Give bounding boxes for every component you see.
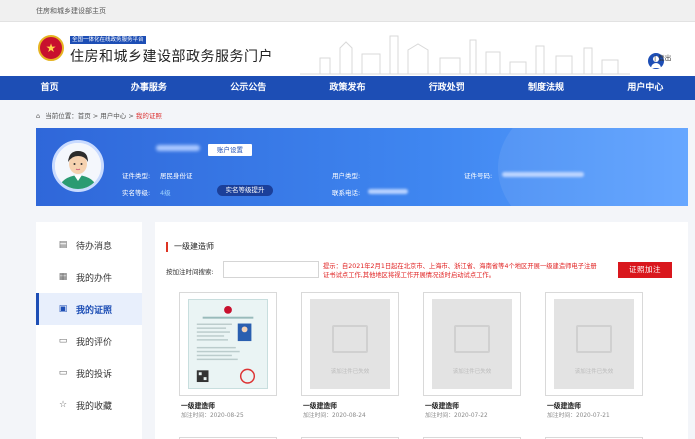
notice-text: 提示：自2021年2月1日起在北京市、上海市、浙江省、海南省等4个地区开展一级建… [323,263,597,279]
certificate-thumbnail[interactable]: 该加注件已失效 [301,292,399,396]
certificates-panel: 一级建造师 按加注时间搜索: 提示：自2021年2月1日起在北京市、上海市、浙江… [155,222,688,439]
comment-icon: ▭ [58,336,68,346]
image-placeholder-icon [454,325,490,353]
nav-announcements[interactable]: 公示公告 [199,76,298,100]
nav-services[interactable]: 办事服务 [99,76,198,100]
card-name: 一级建造师 [547,402,581,410]
id-type-value: 居民身份证 [160,172,193,180]
realname-level-value: 4级 [160,189,171,197]
ministry-home-link[interactable]: 住房和城乡建设部主页 [36,7,106,15]
invalid-placeholder: 该加注件已失效 [432,299,512,389]
inbox-icon: ▤ [58,240,68,250]
top-bar: 住房和城乡建设部主页 [0,0,695,22]
placeholder-text: 该加注件已失效 [452,369,492,375]
logout-link[interactable]: | 登出 [654,52,671,62]
sidebar-item-label: 待办消息 [76,241,113,252]
placeholder-text: 该加注件已失效 [574,369,614,375]
star-icon: ☆ [58,400,68,410]
id-number-redacted [502,172,584,177]
card-name: 一级建造师 [303,402,337,410]
placeholder-text: 该加注件已失效 [330,369,370,375]
avatar [52,140,104,192]
sidebar-item-label: 我的评价 [76,337,113,348]
complaint-icon: ▭ [58,368,68,378]
sidebar-item-my-certificates[interactable]: ▣ 我的证照 [36,293,142,325]
national-emblem-icon: ★ [38,35,64,61]
city-skyline-icon [300,35,630,75]
certificate-card[interactable]: 该加注件已失效 一级建造师 加注时间：2020-07-22 [423,292,521,422]
home-icon[interactable]: ⌂ [36,112,40,120]
card-date: 加注时间：2020-08-24 [303,413,366,419]
section-title: 一级建造师 [166,242,214,252]
certificate-thumbnail[interactable]: 该加注件已失效 [545,292,643,396]
breadcrumb-prefix: 当前位置： [45,112,78,120]
sidebar-item-label: 我的投诉 [76,369,113,380]
sidebar-item-my-complaints[interactable]: ▭ 我的投诉 [36,357,142,389]
site-header: ★ 全国一体化在线政务服务平台 住房和城乡建设部政务服务门户 [0,22,695,76]
sidebar-item-label: 我的收藏 [76,401,113,412]
certificate-card[interactable]: 一级建造师 加注时间：2020-08-25 [179,292,277,422]
user-avatar-illustration-icon [55,143,101,189]
certificate-card[interactable]: 该加注件已失效 一级建造师 加注时间：2020-08-24 [301,292,399,422]
invalid-placeholder: 该加注件已失效 [310,299,390,389]
nav-user-center[interactable]: 用户中心 [596,76,695,100]
nav-home[interactable]: 首页 [0,76,99,100]
certificate-thumbnail[interactable] [179,292,277,396]
sidebar: ▤ 待办消息 ▦ 我的办件 ▣ 我的证照 ▭ 我的评价 ▭ 我的投诉 ☆ 我的收藏 [36,222,142,439]
nav-regulations[interactable]: 制度法规 [496,76,595,100]
image-placeholder-icon [576,325,612,353]
id-card-icon: ▣ [58,304,68,314]
sidebar-item-my-favorites[interactable]: ☆ 我的收藏 [36,389,142,421]
sidebar-item-my-cases[interactable]: ▦ 我的办件 [36,261,142,293]
certificate-image-icon [188,299,268,389]
user-type-label: 用户类型: [332,172,361,180]
certificate-card[interactable]: 该加注件已失效 一级建造师 加注时间：2020-07-21 [545,292,643,422]
card-date: 加注时间：2020-07-22 [425,413,488,419]
certificate-thumbnail[interactable]: 该加注件已失效 [423,292,521,396]
image-placeholder-icon [332,325,368,353]
certificate-annotate-button[interactable]: 证照加注 [618,262,672,278]
site-title[interactable]: 住房和城乡建设部政务服务门户 [70,46,273,66]
username-redacted [156,145,200,151]
search-label: 按加注时间搜索: [166,268,214,276]
phone-redacted [368,189,408,194]
sidebar-item-label: 我的办件 [76,273,113,284]
breadcrumb: ⌂ 当前位置：首页 > 用户中心 > 我的证照 [36,110,162,120]
nav-policies[interactable]: 政策发布 [298,76,397,100]
search-date-input[interactable] [223,261,319,278]
folder-icon: ▦ [58,272,68,282]
invalid-placeholder: 该加注件已失效 [554,299,634,389]
nav-penalties[interactable]: 行政处罚 [397,76,496,100]
breadcrumb-current: 我的证照 [135,112,162,120]
profile-banner: 账户设置 证件类型: 居民身份证 实名等级: 4级 实名等级提升 用户类型: 联… [36,128,688,206]
phone-label: 联系电话: [332,189,361,197]
sidebar-item-messages[interactable]: ▤ 待办消息 [36,229,142,261]
sidebar-item-label: 我的证照 [76,305,113,316]
realname-upgrade-button[interactable]: 实名等级提升 [217,185,273,196]
card-name: 一级建造师 [181,402,215,410]
card-name: 一级建造师 [425,402,459,410]
account-settings-button[interactable]: 账户设置 [208,144,252,156]
card-date: 加注时间：2020-07-21 [547,413,610,419]
id-number-label: 证件号码: [464,172,493,180]
realname-level-label: 实名等级: [122,189,151,197]
id-type-label: 证件类型: [122,172,151,180]
sidebar-item-my-reviews[interactable]: ▭ 我的评价 [36,325,142,357]
breadcrumb-path[interactable]: 首页 > 用户中心 > [78,112,136,120]
platform-tag: 全国一体化在线政务服务平台 [70,36,146,44]
main-nav: 首页 办事服务 公示公告 政策发布 行政处罚 制度法规 用户中心 [0,76,695,100]
card-date: 加注时间：2020-08-25 [181,413,244,419]
